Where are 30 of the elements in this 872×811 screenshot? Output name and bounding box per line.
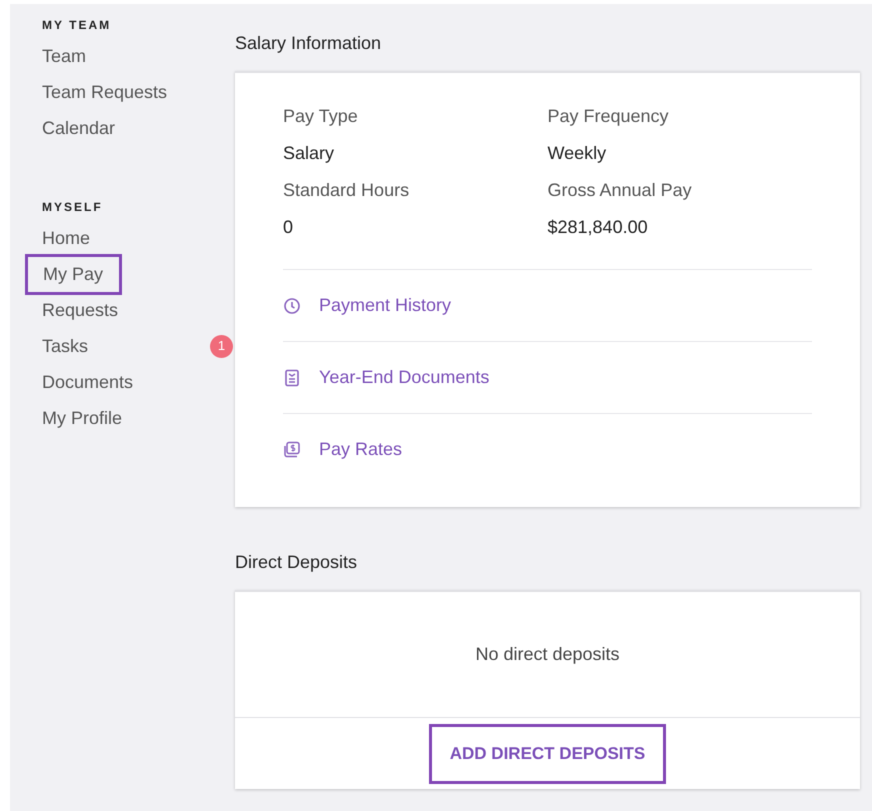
field-value: Salary [283, 142, 336, 165]
sidebar-heading: MY TEAM [42, 17, 112, 34]
sidebar-item[interactable]: Team Requests [42, 78, 168, 106]
field-label: Pay Frequency [548, 105, 670, 128]
field-value: 0 [283, 216, 294, 239]
add-direct-deposits-button[interactable]: ADD DIRECT DEPOSITS [428, 724, 666, 784]
link[interactable]: Year-End Documents [319, 364, 490, 391]
sidebar-item[interactable]: Documents [42, 368, 134, 396]
sidebar-item[interactable]: Calendar [42, 114, 116, 142]
sidebar-item[interactable]: Requests [42, 296, 118, 324]
sidebar-item[interactable]: My Pay [25, 254, 122, 294]
field-value: Weekly [548, 142, 608, 165]
section-title: Direct Deposits [235, 551, 358, 574]
field-label: Pay Type [283, 105, 359, 128]
sidebar-item[interactable]: Team [42, 42, 86, 70]
link[interactable]: Pay Rates [319, 436, 402, 463]
field-label: Standard Hours [283, 179, 410, 202]
link[interactable]: Payment History [319, 292, 452, 319]
sidebar-item[interactable]: My Profile [42, 404, 122, 432]
sidebar-item[interactable]: Home [42, 224, 90, 252]
field-value: $281,840.00 [548, 216, 649, 239]
sidebar-item[interactable]: Tasks [42, 332, 88, 360]
sidebar-heading: MYSELF [42, 199, 104, 216]
field-label: Gross Annual Pay [548, 179, 693, 202]
document-icon [283, 368, 301, 386]
clock-icon [283, 296, 301, 314]
count-badge: 1 [210, 334, 233, 358]
banknote-icon [283, 440, 301, 458]
empty-message: No direct deposits [474, 643, 621, 666]
section-title: Salary Information [235, 32, 382, 55]
